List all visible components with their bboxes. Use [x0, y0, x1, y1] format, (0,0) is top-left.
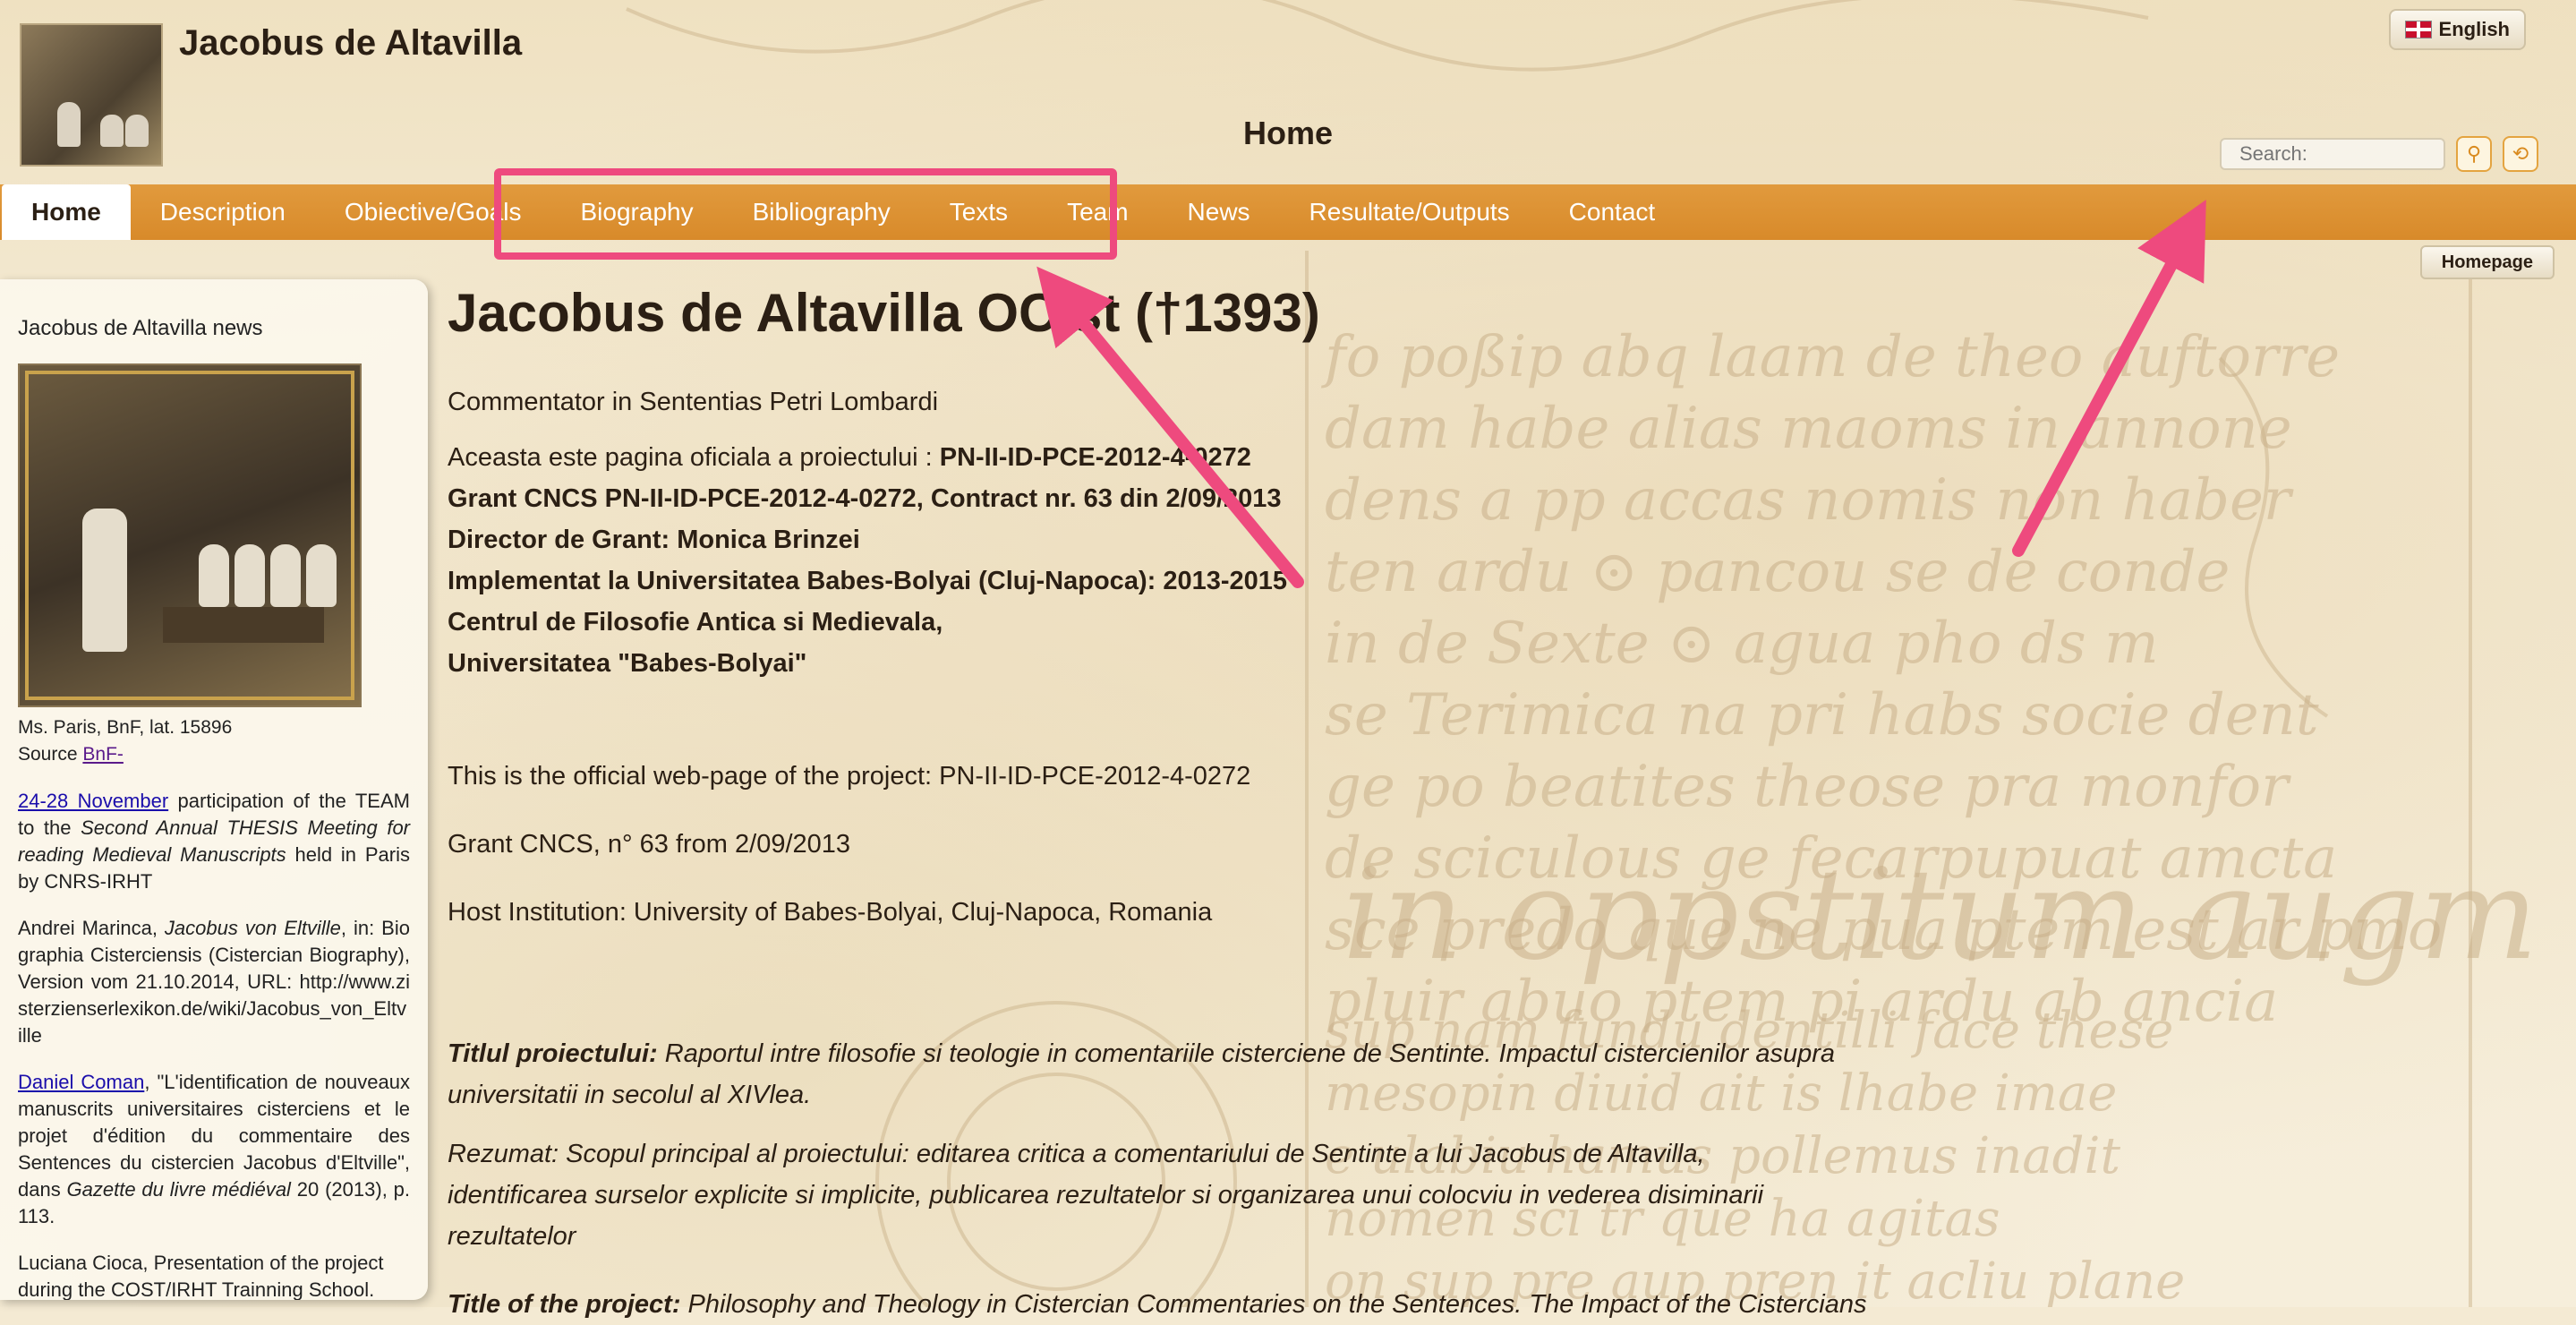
subtitle: Commentator in Sententias Petri Lombardi — [448, 388, 939, 416]
news-text-italic: Jacobus von Eltville — [164, 917, 341, 939]
project-line: Aceasta este pagina oficiala a proiectul… — [448, 437, 1898, 478]
nav-contact[interactable]: Contact — [1540, 184, 1685, 240]
news-item: 24-28 November participation of the TEAM… — [18, 788, 410, 895]
nav-home[interactable]: Home — [2, 184, 131, 240]
project-title-en: Title of the project: Philosophy and The… — [448, 1284, 1898, 1325]
news-text: Andrei Marinca, — [18, 917, 165, 939]
label: Titlul proiectului: — [448, 1039, 658, 1068]
official-page-line: This is the official web-page of the pro… — [448, 762, 1251, 791]
manuscript-image — [18, 363, 362, 707]
bnf-link[interactable]: BnF- — [82, 744, 124, 765]
summary-ro: Rezumat: Scopul principal al proiectului… — [448, 1140, 1764, 1251]
grant-en-line: Grant CNCS, n° 63 from 2/09/2013 — [448, 830, 851, 859]
search-input[interactable] — [2220, 138, 2445, 170]
author-link[interactable]: Daniel Coman — [18, 1071, 144, 1093]
page-heading: Home — [1242, 115, 1334, 151]
grant-line: Grant CNCS PN-II-ID-PCE-2012-4-0272, Con… — [448, 484, 1282, 513]
reset-icon: ⟲ — [2512, 142, 2529, 165]
director-line: Director de Grant: Monica Brinzei — [448, 526, 860, 554]
center-line: Centrul de Filosofie Antica si Medievala… — [448, 608, 943, 637]
uk-flag-icon — [2404, 21, 2432, 38]
news-item: Andrei Marinca, Jacobus von Eltville, in… — [18, 915, 410, 1049]
nav-description[interactable]: Description — [131, 184, 315, 240]
nav-news[interactable]: News — [1158, 184, 1280, 240]
main-title: Jacobus de Altavilla OCist (†1393) — [448, 283, 1320, 343]
news-sidebar: Jacobus de Altavilla news Ms. Paris, BnF… — [0, 279, 428, 1300]
image-caption: Ms. Paris, BnF, lat. 15896 Source BnF- — [18, 714, 410, 768]
label: Title of the project: — [448, 1290, 681, 1319]
news-item: Luciana Cioca, Presentation of the proje… — [18, 1250, 410, 1300]
project-code: PN-II-ID-PCE-2012-4-0272 — [939, 443, 1251, 472]
caption-manuscript: Ms. Paris, BnF, lat. 15896 — [18, 717, 233, 738]
search-button[interactable]: ⚲ — [2456, 136, 2492, 172]
highlight-box — [494, 168, 1117, 260]
main-content: Jacobus de Altavilla OCist (†1393) Comme… — [448, 278, 1898, 1325]
language-label: English — [2438, 18, 2510, 40]
main-navigation: Home Description Obiective/Goals Biograp… — [0, 184, 2576, 240]
nav-outputs[interactable]: Resultate/Outputs — [1280, 184, 1540, 240]
language-button[interactable]: English — [2388, 9, 2526, 50]
news-text: Luciana Cioca, Presentation of the proje… — [18, 1252, 384, 1300]
news-item: Daniel Coman, "L'identification de nouve… — [18, 1069, 410, 1230]
homepage-button[interactable]: Homepage — [2419, 245, 2555, 279]
site-title[interactable]: Jacobus de Altavilla — [179, 23, 522, 64]
reset-search-button[interactable]: ⟲ — [2503, 136, 2538, 172]
news-date-link[interactable]: 24-28 November — [18, 790, 168, 812]
magnifier-icon: ⚲ — [2466, 142, 2482, 165]
text: Aceasta este pagina oficiala a proiectul… — [448, 443, 940, 472]
implemented-line: Implementat la Universitatea Babes-Bolya… — [448, 567, 1287, 595]
caption-source: Source — [18, 744, 78, 765]
university-line: Universitatea "Babes-Bolyai" — [448, 649, 807, 678]
news-text-italic: Gazette du livre médiéval — [66, 1178, 291, 1201]
text: Philosophy and Theology in Cistercian Co… — [680, 1290, 1867, 1319]
host-line: Host Institution: University of Babes-Bo… — [448, 898, 1213, 927]
sidebar-title: Jacobus de Altavilla news — [18, 316, 263, 340]
search-bar: ⚲ ⟲ — [2220, 136, 2538, 172]
project-title-ro: Titlul proiectului: Raportul intre filos… — [448, 1033, 1880, 1116]
